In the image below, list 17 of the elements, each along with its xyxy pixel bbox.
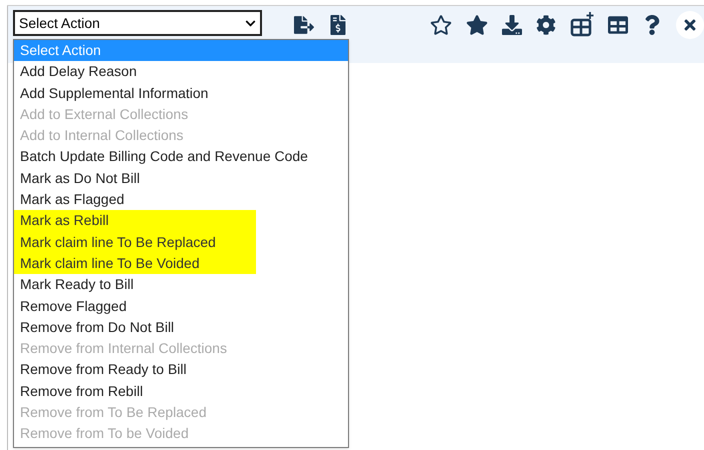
dropdown-option[interactable]: Remove Flagged — [14, 296, 348, 317]
action-select[interactable]: Select Action — [13, 10, 262, 36]
close-button[interactable] — [676, 11, 704, 39]
dropdown-option[interactable]: Mark claim line To Be Voided — [14, 252, 256, 274]
dropdown-option[interactable]: Remove from Ready to Bill — [14, 359, 348, 381]
dropdown-option[interactable]: Mark as Do Not Bill — [14, 168, 348, 190]
dropdown-option[interactable]: Mark claim line To Be Replaced — [14, 232, 256, 253]
dropdown-option[interactable]: Mark Ready to Bill — [14, 274, 348, 296]
dropdown-option[interactable]: Add Supplemental Information — [14, 82, 348, 104]
dropdown-option[interactable]: Batch Update Billing Code and Revenue Code — [14, 146, 348, 168]
chevron-down-icon — [245, 18, 256, 28]
dropdown-option[interactable]: Add Delay Reason — [14, 61, 348, 83]
dropdown-option[interactable]: Remove from Rebill — [14, 380, 348, 402]
dropdown-option[interactable]: Remove from Do Not Bill — [14, 316, 348, 338]
close-icon — [682, 17, 698, 33]
dropdown-option[interactable]: Mark as Rebill — [14, 210, 256, 232]
dropdown-option[interactable]: Mark as Flagged — [14, 189, 348, 210]
